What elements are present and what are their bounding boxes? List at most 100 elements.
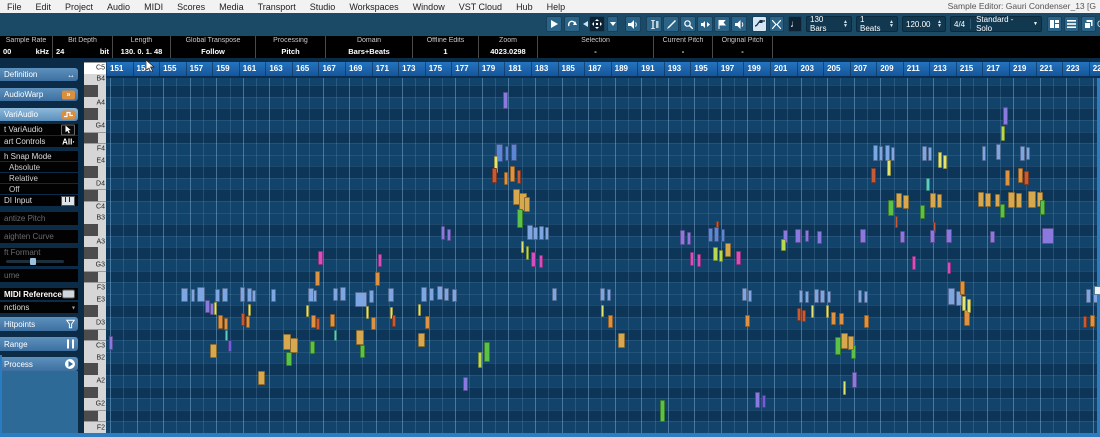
variaudio-note-segment[interactable] — [316, 318, 320, 330]
menu-edit[interactable]: Edit — [29, 2, 59, 12]
piano-key-C3[interactable]: C3 — [84, 340, 106, 352]
variaudio-note-segment[interactable] — [982, 146, 986, 161]
menu-file[interactable]: File — [0, 2, 29, 12]
variaudio-note-segment[interactable] — [539, 226, 544, 240]
variaudio-note-segment[interactable] — [333, 288, 338, 301]
variaudio-note-segment[interactable] — [864, 291, 868, 303]
variaudio-note-segment[interactable] — [805, 230, 809, 242]
piano-key-Gs4[interactable] — [84, 108, 106, 120]
variaudio-note-segment[interactable] — [452, 289, 457, 302]
variaudio-note-segment[interactable] — [755, 392, 760, 408]
variaudio-note-segment[interactable] — [371, 317, 376, 330]
variaudio-note-segment[interactable] — [937, 194, 942, 208]
tempo-field[interactable]: 120.00 ▲▼ — [902, 16, 946, 32]
variaudio-note-segment[interactable] — [697, 254, 701, 267]
variaudio-note-segment[interactable] — [505, 146, 509, 161]
variaudio-note-segment[interactable] — [946, 229, 952, 243]
variaudio-note-segment[interactable] — [1005, 170, 1010, 186]
variaudio-note-segment[interactable] — [795, 229, 801, 243]
variaudio-note-segment[interactable] — [524, 197, 530, 212]
bars-stepper[interactable]: ▲▼ — [843, 20, 848, 28]
variaudio-note-segment[interactable] — [841, 333, 848, 349]
sidebar-process-control[interactable] — [65, 359, 75, 369]
pitch-curve-button[interactable] — [752, 16, 767, 32]
variaudio-note-segment[interactable] — [240, 287, 245, 302]
variaudio-note-segment[interactable] — [511, 144, 517, 161]
variaudio-note-segment[interactable] — [947, 262, 951, 274]
variaudio-note-segment[interactable] — [826, 305, 829, 318]
variaudio-note-segment[interactable] — [858, 290, 862, 303]
variaudio-note-segment[interactable] — [962, 296, 966, 311]
sidebar-absolute[interactable]: Absolute — [0, 162, 78, 172]
sidebar-definition-control[interactable]: ↔ — [67, 70, 75, 79]
variaudio-note-segment[interactable] — [425, 316, 430, 329]
variaudio-note-segment[interactable] — [848, 336, 854, 350]
piano-key-A4[interactable]: A4 — [84, 97, 106, 109]
variaudio-note-segment[interactable] — [1090, 315, 1095, 327]
variaudio-note-segment[interactable] — [781, 239, 786, 251]
piano-key-As2[interactable] — [84, 363, 106, 375]
variaudio-note-segment[interactable] — [1042, 228, 1054, 244]
variaudio-note-segment[interactable] — [531, 252, 536, 267]
sidebar-process[interactable]: Process — [0, 357, 78, 371]
info-offline-edits[interactable]: Offline Edits1 — [413, 36, 479, 58]
piano-key-G4[interactable]: G4 — [84, 120, 106, 132]
variaudio-note-segment[interactable] — [290, 338, 298, 353]
sidebar-aighten-curve[interactable]: aighten Curve — [0, 230, 78, 243]
variaudio-note-segment[interactable] — [246, 316, 250, 328]
piano-key-A3[interactable]: A3 — [84, 236, 106, 248]
variaudio-note-segment[interactable] — [318, 251, 323, 265]
variaudio-note-segment[interactable] — [478, 352, 482, 368]
cycle-button[interactable] — [564, 16, 580, 32]
variaudio-note-segment[interactable] — [369, 290, 374, 303]
variaudio-note-segment[interactable] — [1000, 204, 1005, 218]
variaudio-note-segment[interactable] — [713, 247, 718, 261]
sidebar-definition[interactable]: Definition↔ — [0, 68, 78, 81]
variaudio-note-segment[interactable] — [552, 288, 557, 301]
variaudio-note-segment[interactable] — [903, 195, 909, 209]
variaudio-note-segment[interactable] — [210, 303, 214, 315]
sidebar-hitpoints-control[interactable] — [66, 320, 75, 329]
variaudio-note-segment[interactable] — [814, 289, 819, 303]
variaudio-note-segment[interactable] — [418, 333, 425, 347]
variaudio-note-segment[interactable] — [356, 330, 364, 345]
menu-workspaces[interactable]: Workspaces — [342, 2, 405, 12]
variaudio-note-segment[interactable] — [912, 256, 916, 270]
variaudio-note-segment[interactable] — [978, 192, 984, 207]
sidebar-art-controls-control[interactable]: All· — [62, 137, 75, 146]
variaudio-note-segment[interactable] — [996, 144, 1001, 160]
variaudio-note-segment[interactable] — [799, 290, 803, 303]
sidebar-ume[interactable]: ume — [0, 269, 78, 282]
piano-key-Cs4[interactable] — [84, 189, 106, 201]
variaudio-note-segment[interactable] — [714, 227, 719, 242]
variaudio-note-segment[interactable] — [708, 228, 713, 242]
variaudio-note-segment[interactable] — [864, 315, 869, 328]
variaudio-note-segment[interactable] — [938, 152, 942, 168]
variaudio-note-segment[interactable] — [967, 299, 971, 313]
variaudio-note-segment[interactable] — [539, 255, 543, 268]
piano-key-As3[interactable] — [84, 224, 106, 236]
info-sample-rate[interactable]: Sample Rate00kHz — [0, 36, 53, 58]
piano-key-E3[interactable]: E3 — [84, 294, 106, 306]
variaudio-note-segment[interactable] — [873, 145, 878, 161]
variaudio-note-segment[interactable] — [330, 314, 335, 327]
variaudio-note-segment[interactable] — [378, 254, 382, 267]
expand-left-button[interactable] — [582, 16, 588, 32]
variaudio-note-segment[interactable] — [719, 250, 723, 262]
variaudio-note-segment[interactable] — [618, 333, 625, 348]
info-original-pitch[interactable]: Original Pitch- — [713, 36, 773, 58]
variaudio-note-segment[interactable] — [736, 251, 741, 265]
piano-key-C4[interactable]: C4 — [84, 201, 106, 213]
variaudio-note-segment[interactable] — [920, 205, 925, 219]
variaudio-note-segment[interactable] — [1028, 191, 1036, 208]
variaudio-note-segment[interactable] — [871, 168, 876, 183]
variaudio-note-segment[interactable] — [444, 288, 449, 301]
variaudio-note-segment[interactable] — [895, 216, 898, 228]
variaudio-note-segment[interactable] — [879, 146, 883, 161]
sidebar-nctions[interactable]: nctions▾ — [0, 302, 78, 313]
sidebar-variaudio[interactable]: VariAudio — [0, 108, 78, 121]
variaudio-note-segment[interactable] — [306, 305, 309, 317]
variaudio-note-segment[interactable] — [839, 313, 844, 325]
variaudio-note-segment[interactable] — [109, 336, 113, 350]
menu-window[interactable]: Window — [406, 2, 452, 12]
